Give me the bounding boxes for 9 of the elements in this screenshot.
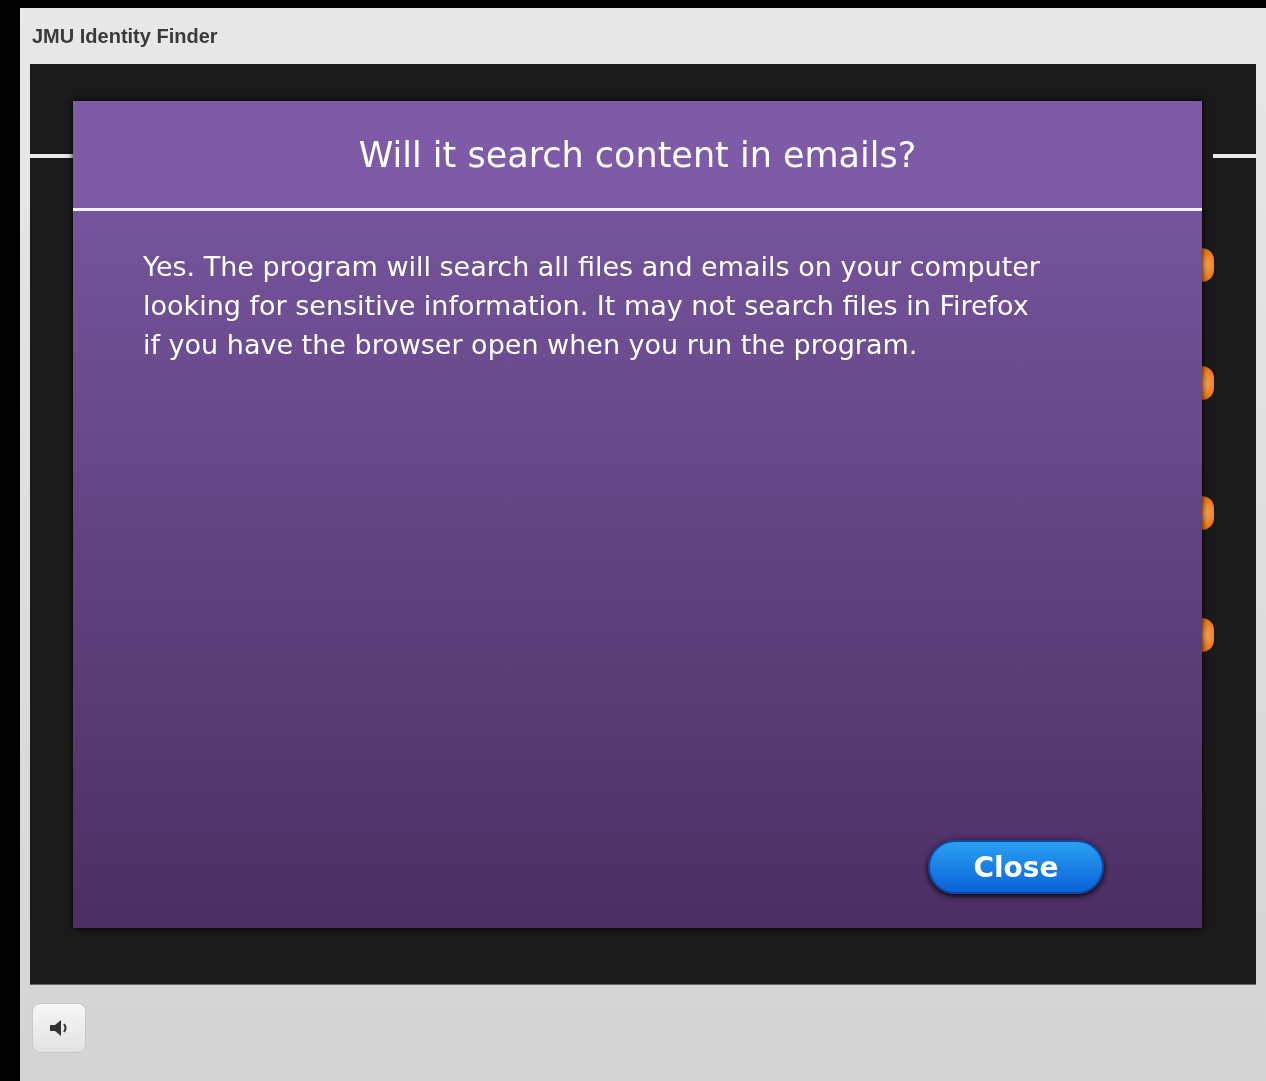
dialog-text: Yes. The program will search all files and emails on your computer looking for sensitive information. It may not search files in Firefox if you have the browser open when you run the program.: [143, 250, 1041, 362]
round-tab[interactable]: [1202, 618, 1214, 652]
round-tab[interactable]: [1202, 496, 1214, 530]
close-button[interactable]: Close: [928, 840, 1104, 894]
speaker-button[interactable]: [32, 1003, 86, 1053]
window-title: JMU Identity Finder: [31, 23, 218, 49]
round-tab[interactable]: [1202, 248, 1214, 282]
dialog-title: Will it search content in emails?: [358, 134, 917, 175]
round-tab[interactable]: [1202, 366, 1214, 400]
